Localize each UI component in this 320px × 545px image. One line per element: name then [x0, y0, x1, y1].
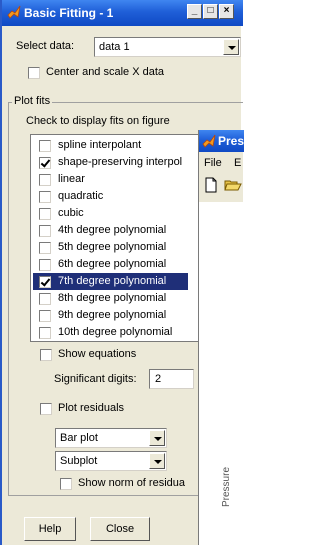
list-item-selected[interactable]: 7th degree polynomial — [33, 273, 188, 290]
chevron-down-icon[interactable] — [223, 39, 239, 55]
residual-location-value: Subplot — [60, 455, 98, 467]
list-item[interactable]: 9th degree polynomial — [33, 307, 188, 324]
close-window-button[interactable]: × — [219, 4, 234, 19]
fit-label: 10th degree polynomial — [58, 326, 173, 338]
fit-label: linear — [58, 173, 85, 185]
figure-canvas[interactable]: Pressure — [199, 202, 244, 545]
fit-label: 9th degree polynomial — [58, 309, 167, 321]
list-item[interactable]: 4th degree polynomial — [33, 222, 188, 239]
center-scale-label: Center and scale X data — [46, 66, 165, 78]
significant-digits-label: Significant digits: — [54, 373, 137, 385]
plot-fits-hint: Check to display fits on figure — [26, 115, 170, 127]
residual-location-dropdown[interactable]: Subplot — [55, 451, 167, 471]
list-item[interactable]: quadratic — [33, 188, 188, 205]
fit-checkbox[interactable] — [39, 327, 51, 339]
fit-checkbox[interactable] — [39, 140, 51, 152]
help-button[interactable]: Help — [24, 517, 76, 541]
significant-digits-input[interactable]: 2 — [149, 369, 194, 389]
plot-residuals-checkbox[interactable] — [40, 403, 52, 415]
list-item[interactable]: spline interpolant — [33, 137, 188, 154]
plot-fits-group-label: Plot fits — [12, 95, 53, 107]
fit-checkbox[interactable] — [39, 310, 51, 322]
background-window-title: Pres — [218, 134, 245, 148]
fit-label: spline interpolant — [58, 139, 142, 151]
list-item[interactable]: 5th degree polynomial — [33, 239, 188, 256]
fit-checkbox[interactable] — [39, 259, 51, 271]
maximize-button[interactable]: □ — [203, 4, 218, 19]
fit-checkbox[interactable] — [39, 157, 51, 169]
select-data-dropdown[interactable]: data 1 — [94, 37, 241, 57]
open-folder-icon[interactable] — [224, 178, 242, 192]
select-data-label: Select data: — [16, 40, 75, 52]
basic-fitting-window: Basic Fitting - 1 _ □ × Select data: dat… — [0, 0, 244, 545]
fit-label: 6th degree polynomial — [58, 258, 167, 270]
axis-label: Pressure — [221, 466, 232, 507]
fit-checkbox[interactable] — [39, 276, 51, 288]
fit-label: cubic — [58, 207, 84, 219]
list-item[interactable]: 10th degree polynomial — [33, 324, 188, 341]
chevron-down-icon[interactable] — [149, 453, 165, 469]
fit-checkbox[interactable] — [39, 191, 51, 203]
show-norm-label: Show norm of residua — [78, 477, 185, 489]
list-item[interactable]: 8th degree polynomial — [33, 290, 188, 307]
minimize-button[interactable]: _ — [187, 4, 202, 19]
fit-checkbox[interactable] — [39, 293, 51, 305]
matlab-logo-icon — [7, 5, 21, 19]
show-norm-checkbox[interactable] — [60, 478, 72, 490]
chevron-down-icon[interactable] — [149, 430, 165, 446]
fit-checkbox[interactable] — [39, 242, 51, 254]
new-file-icon[interactable] — [204, 177, 218, 193]
fit-checkbox[interactable] — [39, 174, 51, 186]
background-figure-window[interactable]: Pres File E Pressure — [198, 130, 244, 545]
fit-checkbox[interactable] — [39, 225, 51, 237]
window-title: Basic Fitting - 1 — [24, 6, 114, 20]
center-scale-checkbox[interactable] — [28, 67, 40, 79]
fit-label: 8th degree polynomial — [58, 292, 167, 304]
list-item[interactable]: 6th degree polynomial — [33, 256, 188, 273]
select-data-value: data 1 — [99, 41, 130, 53]
plot-residuals-label: Plot residuals — [58, 402, 125, 414]
matlab-logo-icon — [202, 134, 216, 148]
fit-label: shape-preserving interpol — [58, 156, 183, 168]
title-bar[interactable]: Basic Fitting - 1 _ □ × — [2, 0, 243, 26]
residual-type-value: Bar plot — [60, 432, 98, 444]
list-item[interactable]: shape-preserving interpol — [33, 154, 188, 171]
list-item[interactable]: cubic — [33, 205, 188, 222]
menu-file[interactable]: File — [204, 157, 222, 169]
fit-label: quadratic — [58, 190, 104, 202]
significant-digits-value: 2 — [155, 373, 162, 385]
residual-type-dropdown[interactable]: Bar plot — [55, 428, 167, 448]
show-equations-label: Show equations — [58, 348, 137, 360]
background-title-bar[interactable]: Pres — [199, 130, 244, 152]
fit-label: 4th degree polynomial — [58, 224, 167, 236]
fit-label: 5th degree polynomial — [58, 241, 167, 253]
menu-edit[interactable]: E — [234, 157, 241, 169]
fit-label: 7th degree polynomial — [58, 275, 167, 287]
close-button[interactable]: Close — [90, 517, 150, 541]
show-equations-checkbox[interactable] — [40, 349, 52, 361]
fit-checkbox[interactable] — [39, 208, 51, 220]
list-item[interactable]: linear — [33, 171, 188, 188]
